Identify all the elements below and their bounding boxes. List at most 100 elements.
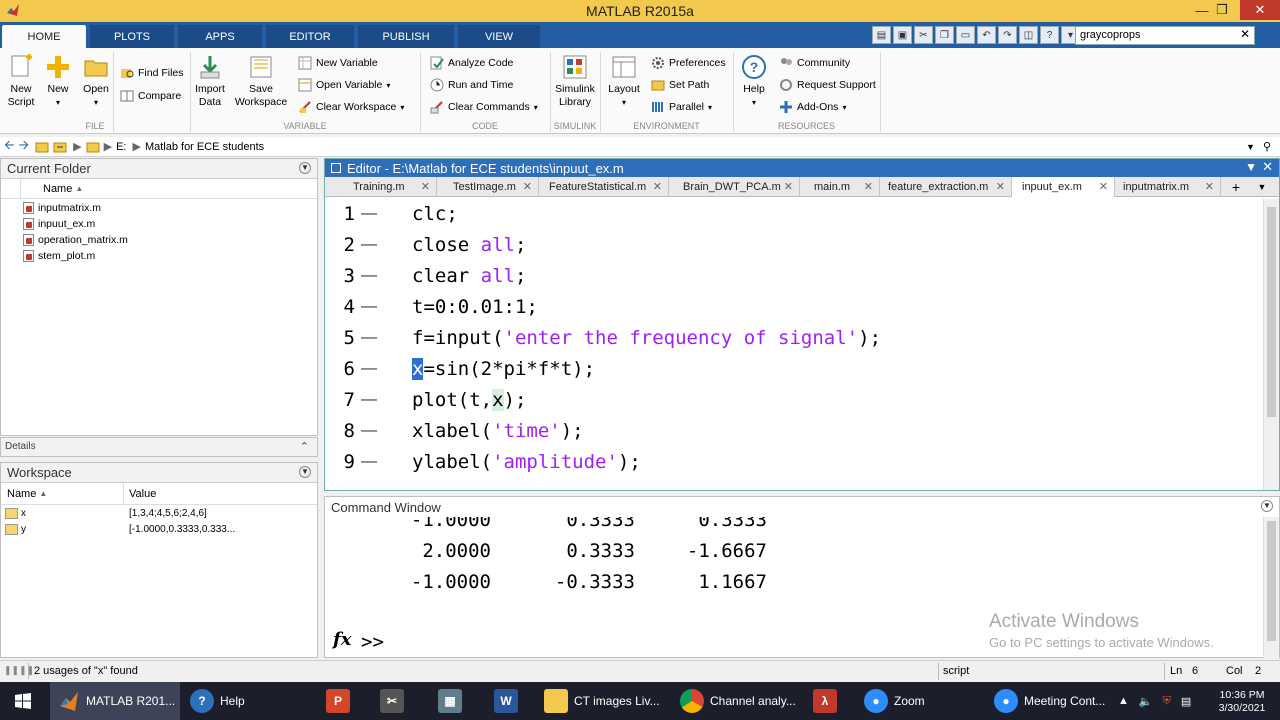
- community-button[interactable]: Community: [779, 56, 850, 70]
- list-item[interactable]: inpuut_ex.m: [1, 216, 317, 232]
- layout-button[interactable]: Layout ▾: [606, 54, 642, 109]
- column-value[interactable]: Value: [129, 488, 156, 500]
- taskbar-item-zoom[interactable]: ● Zoom: [858, 682, 982, 720]
- clock[interactable]: 10:36 PM 3/30/2021: [1212, 682, 1272, 720]
- address-dropdown-icon[interactable]: ▼: [1246, 142, 1255, 152]
- browse-folder-icon[interactable]: [53, 140, 67, 154]
- taskbar-item-snipping[interactable]: ✂: [372, 682, 412, 720]
- security-icon[interactable]: ⛨: [1163, 695, 1171, 708]
- start-button[interactable]: [0, 682, 46, 720]
- new-variable-button[interactable]: New Variable: [298, 56, 378, 70]
- breakpoint-gutter[interactable]: —: [361, 453, 377, 471]
- tab-feature-extraction[interactable]: feature_extraction.m ✕: [880, 177, 1012, 197]
- close-tab-icon[interactable]: ✕: [996, 180, 1005, 193]
- compare-button[interactable]: Compare: [120, 89, 181, 103]
- clear-commands-button[interactable]: Clear Commands ▾: [430, 100, 538, 114]
- save-icon[interactable]: ▣: [893, 26, 912, 44]
- taskbar-item-acrobat[interactable]: λ: [805, 682, 845, 720]
- search-folder-icon[interactable]: ⚲: [1263, 140, 1271, 153]
- breakpoint-gutter[interactable]: —: [361, 329, 377, 347]
- help-button[interactable]: ? Help ▾: [740, 54, 768, 109]
- close-tab-icon[interactable]: ✕: [864, 180, 873, 193]
- cut-icon[interactable]: ✂: [914, 26, 933, 44]
- close-tab-icon[interactable]: ✕: [653, 180, 662, 193]
- set-path-button[interactable]: Set Path: [651, 78, 709, 92]
- forward-icon[interactable]: 🡪: [19, 136, 30, 158]
- layout-icon[interactable]: ▤: [872, 26, 891, 44]
- tab-list-icon[interactable]: ▼: [1251, 177, 1273, 196]
- taskbar-item-meeting[interactable]: ● Meeting Cont...: [988, 682, 1112, 720]
- collapse-icon[interactable]: ⌃: [300, 440, 309, 453]
- code-line[interactable]: plot(t,x);: [412, 389, 526, 411]
- close-tab-icon[interactable]: ✕: [523, 180, 532, 193]
- tab-editor[interactable]: EDITOR: [266, 25, 354, 48]
- editor-scrollbar[interactable]: [1263, 199, 1279, 490]
- table-row[interactable]: y [-1.0000,0.3333,0.333...: [1, 521, 317, 537]
- network-icon[interactable]: ▤: [1181, 695, 1191, 708]
- close-tab-icon[interactable]: ✕: [1099, 180, 1108, 193]
- paste-icon[interactable]: ▭: [956, 26, 975, 44]
- code-line[interactable]: clear all;: [412, 265, 526, 287]
- list-item[interactable]: stem_plot.m: [1, 248, 317, 264]
- switch-window-icon[interactable]: ◫: [1019, 26, 1038, 44]
- scrollbar-thumb[interactable]: [1267, 521, 1276, 641]
- find-files-button[interactable]: Find Files: [120, 66, 184, 80]
- import-data-button[interactable]: Import Data: [194, 54, 226, 109]
- new-button[interactable]: New ▾: [44, 54, 72, 109]
- tab-inpuut-ex[interactable]: inpuut_ex.m ✕: [1012, 177, 1115, 197]
- function-browser-icon[interactable]: fx: [333, 629, 351, 650]
- code-area[interactable]: 1 — clc; 2 — close all; 3 — clear all; 4 — t=0:0.01…: [325, 197, 1279, 489]
- analyze-code-button[interactable]: Analyze Code: [430, 56, 513, 70]
- search-documentation-input[interactable]: graycoprops: [1075, 26, 1255, 45]
- add-ons-button[interactable]: Add-Ons ▾: [779, 100, 846, 114]
- tab-featurestatistical[interactable]: FeatureStatistical.m ✕: [539, 177, 669, 197]
- taskbar-item-word[interactable]: W: [486, 682, 526, 720]
- code-line[interactable]: f=input('enter the frequency of signal')…: [412, 327, 881, 349]
- open-button[interactable]: Open ▾: [82, 54, 110, 109]
- tray-expand-icon[interactable]: ▲: [1118, 695, 1129, 707]
- undo-icon[interactable]: ↶: [977, 26, 996, 44]
- parallel-button[interactable]: Parallel ▾: [651, 100, 712, 114]
- code-line[interactable]: close all;: [412, 234, 526, 256]
- restore-icon[interactable]: ❐: [1205, 0, 1239, 20]
- table-row[interactable]: x [1,3,4;4,5,6;2,4,6]: [1, 505, 317, 521]
- code-line[interactable]: ylabel('amplitude');: [412, 451, 641, 473]
- run-and-time-button[interactable]: Run and Time: [430, 78, 513, 92]
- list-item[interactable]: inputmatrix.m: [1, 200, 317, 216]
- up-folder-icon[interactable]: [35, 140, 49, 154]
- code-line[interactable]: x=sin(2*pi*f*t);: [412, 358, 595, 380]
- code-line[interactable]: clc;: [412, 203, 458, 225]
- clear-workspace-button[interactable]: Clear Workspace ▾: [298, 100, 404, 114]
- taskbar-item-matlab[interactable]: MATLAB R201...: [50, 682, 180, 720]
- command-prompt[interactable]: >>: [361, 631, 384, 653]
- command-scrollbar[interactable]: [1263, 517, 1279, 659]
- breakpoint-gutter[interactable]: —: [361, 422, 377, 440]
- panel-menu-icon[interactable]: ▼: [1245, 160, 1257, 174]
- redo-icon[interactable]: ↷: [998, 26, 1017, 44]
- copy-icon[interactable]: ❐: [935, 26, 954, 44]
- open-variable-button[interactable]: Open Variable ▾: [298, 78, 390, 92]
- breakpoint-gutter[interactable]: —: [361, 236, 377, 254]
- tab-training[interactable]: Training.m ✕: [325, 177, 437, 197]
- list-item[interactable]: operation_matrix.m: [1, 232, 317, 248]
- breadcrumb-folder[interactable]: Matlab for ECE students: [145, 141, 264, 153]
- tab-main[interactable]: main.m ✕: [800, 177, 880, 197]
- breakpoint-gutter[interactable]: —: [361, 391, 377, 409]
- tab-apps[interactable]: APPS: [178, 25, 262, 48]
- preferences-button[interactable]: Preferences: [651, 56, 726, 70]
- new-script-button[interactable]: New Script: [6, 54, 36, 109]
- taskbar-item-powerpoint[interactable]: P: [318, 682, 358, 720]
- close-editor-icon[interactable]: ✕: [1262, 159, 1273, 175]
- close-tab-icon[interactable]: ✕: [1205, 180, 1214, 193]
- new-tab-icon[interactable]: +: [1221, 177, 1251, 196]
- tab-publish[interactable]: PUBLISH: [358, 25, 454, 48]
- clear-search-icon[interactable]: ✕: [1240, 27, 1250, 41]
- breakpoint-gutter[interactable]: —: [361, 267, 377, 285]
- volume-icon[interactable]: 🔈: [1139, 695, 1153, 708]
- save-workspace-button[interactable]: Save Workspace: [234, 54, 288, 109]
- column-name[interactable]: Name: [43, 183, 72, 195]
- tab-plots[interactable]: PLOTS: [90, 25, 174, 48]
- breakpoint-gutter[interactable]: —: [361, 205, 377, 223]
- tab-testimage[interactable]: TestImage.m ✕: [437, 177, 539, 197]
- request-support-button[interactable]: Request Support: [779, 78, 876, 92]
